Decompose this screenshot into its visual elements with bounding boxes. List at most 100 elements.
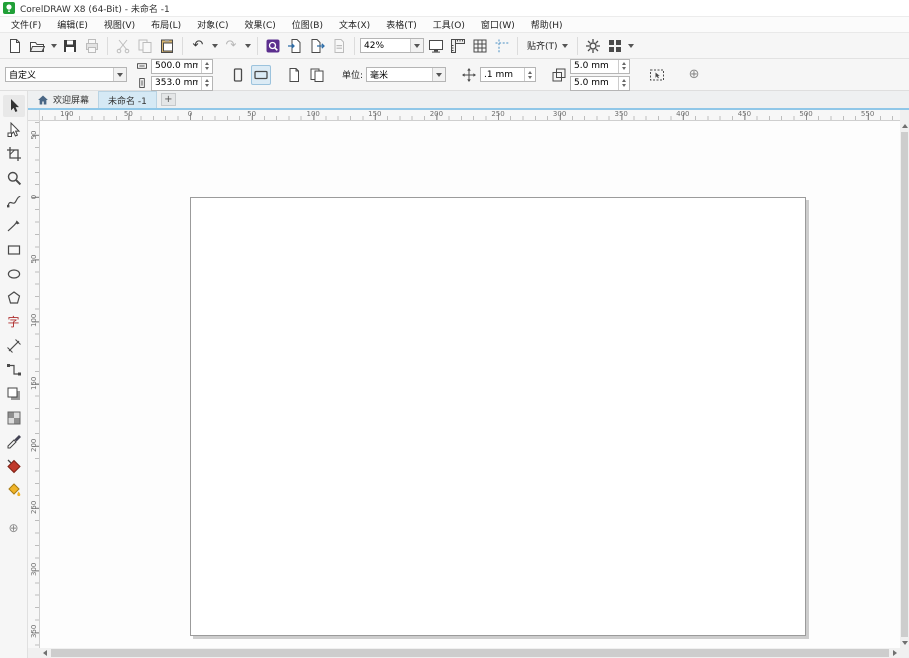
vertical-ruler[interactable]: 50050100150200250300350: [28, 121, 40, 648]
horizontal-ruler[interactable]: 10050050100150200250300350400450500550: [40, 110, 900, 121]
duplicate-x-spinner[interactable]: [618, 60, 629, 73]
duplicate-y-field[interactable]: [570, 76, 630, 91]
redo-dropdown[interactable]: [243, 36, 252, 56]
duplicate-x-field[interactable]: [570, 59, 630, 74]
duplicate-x-input[interactable]: [571, 61, 618, 71]
undo-button[interactable]: ↶: [188, 36, 208, 56]
menu-item[interactable]: 效果(C): [236, 17, 283, 32]
menu-item[interactable]: 视图(V): [96, 17, 143, 32]
page-size-preset-dropdown[interactable]: [113, 68, 126, 81]
horizontal-scrollbar[interactable]: [40, 648, 900, 658]
menu-item[interactable]: 文件(F): [3, 17, 49, 32]
application-launcher-dropdown[interactable]: [627, 36, 636, 56]
new-tab-button[interactable]: +: [161, 93, 176, 106]
current-page-settings-button[interactable]: [284, 65, 304, 85]
smart-fill-tool[interactable]: [3, 479, 25, 501]
interactive-fill-tool[interactable]: [3, 455, 25, 477]
scroll-down-button[interactable]: [900, 638, 909, 648]
vertical-scrollbar-thumb[interactable]: [901, 132, 908, 637]
scroll-up-button[interactable]: [900, 121, 909, 131]
page-width-field[interactable]: [151, 59, 213, 74]
new-document-button[interactable]: [5, 36, 25, 56]
options-button[interactable]: [583, 36, 603, 56]
scroll-right-button[interactable]: [890, 648, 900, 658]
parallel-dimension-tool[interactable]: [3, 335, 25, 357]
save-button[interactable]: [60, 36, 80, 56]
text-tool[interactable]: 字: [3, 311, 25, 333]
document-page[interactable]: [190, 197, 806, 636]
units-combo[interactable]: [366, 67, 446, 82]
undo-dropdown[interactable]: [210, 36, 219, 56]
ellipse-tool[interactable]: [3, 263, 25, 285]
vertical-scrollbar[interactable]: [900, 121, 909, 648]
snap-to-button[interactable]: 贴齐(T): [523, 36, 572, 56]
duplicate-y-input[interactable]: [571, 78, 618, 88]
page-width-spinner[interactable]: [201, 60, 212, 73]
ruler-origin-button[interactable]: [28, 110, 40, 121]
cut-button[interactable]: [113, 36, 133, 56]
print-button[interactable]: [82, 36, 102, 56]
treat-as-filled-button[interactable]: [647, 65, 667, 85]
units-dropdown[interactable]: [432, 68, 445, 81]
units-input[interactable]: [367, 70, 432, 80]
nudge-distance-input[interactable]: [481, 70, 524, 80]
menu-item[interactable]: 布局(L): [143, 17, 189, 32]
tab-welcome-screen[interactable]: 欢迎屏幕: [28, 91, 98, 108]
page-width-input[interactable]: [152, 61, 201, 71]
page-size-preset-input[interactable]: [6, 70, 113, 80]
nudge-distance-field[interactable]: [480, 67, 536, 82]
paste-button[interactable]: [157, 36, 177, 56]
import-button[interactable]: [285, 36, 305, 56]
open-button[interactable]: [27, 36, 47, 56]
portrait-orientation-button[interactable]: [228, 65, 248, 85]
menu-item[interactable]: 对象(C): [189, 17, 236, 32]
shape-tool[interactable]: [3, 119, 25, 141]
menu-item[interactable]: 编辑(E): [49, 17, 96, 32]
pick-tool[interactable]: [3, 95, 25, 117]
nudge-spinner[interactable]: [524, 68, 535, 81]
artistic-media-tool[interactable]: [3, 215, 25, 237]
duplicate-y-spinner[interactable]: [618, 77, 629, 90]
search-content-button[interactable]: [263, 36, 283, 56]
export-button[interactable]: [307, 36, 327, 56]
landscape-orientation-button[interactable]: [251, 65, 271, 85]
rectangle-tool[interactable]: [3, 239, 25, 261]
publish-pdf-button[interactable]: [329, 36, 349, 56]
show-guidelines-button[interactable]: [492, 36, 512, 56]
drawing-canvas[interactable]: [40, 121, 900, 648]
zoom-tool[interactable]: [3, 167, 25, 189]
menu-item[interactable]: 工具(O): [425, 17, 473, 32]
drop-shadow-tool[interactable]: [3, 383, 25, 405]
page-height-field[interactable]: [151, 76, 213, 91]
color-eyedropper-tool[interactable]: [3, 431, 25, 453]
toolbox-customize-button[interactable]: ⊕: [3, 517, 25, 539]
menu-item[interactable]: 表格(T): [378, 17, 425, 32]
zoom-level-input[interactable]: [361, 41, 410, 51]
page-height-spinner[interactable]: [201, 77, 212, 90]
application-launcher-button[interactable]: [605, 36, 625, 56]
page-size-preset-combo[interactable]: [5, 67, 127, 82]
zoom-level-combo[interactable]: [360, 38, 424, 53]
zoom-dropdown[interactable]: [410, 39, 423, 52]
connector-tool[interactable]: [3, 359, 25, 381]
crop-tool[interactable]: [3, 143, 25, 165]
page-height-input[interactable]: [152, 78, 201, 88]
menu-item[interactable]: 位图(B): [284, 17, 331, 32]
open-dropdown[interactable]: [49, 36, 58, 56]
menu-item[interactable]: 文本(X): [331, 17, 378, 32]
horizontal-scrollbar-thumb[interactable]: [51, 649, 889, 657]
fullscreen-preview-button[interactable]: [426, 36, 446, 56]
transparency-tool[interactable]: [3, 407, 25, 429]
tab-untitled-1[interactable]: 未命名 -1: [98, 91, 157, 108]
freehand-tool[interactable]: [3, 191, 25, 213]
copy-button[interactable]: [135, 36, 155, 56]
quick-customize-button[interactable]: ⊕: [684, 65, 704, 85]
show-rulers-button[interactable]: [448, 36, 468, 56]
show-grid-button[interactable]: [470, 36, 490, 56]
polygon-tool[interactable]: [3, 287, 25, 309]
all-pages-settings-button[interactable]: [307, 65, 327, 85]
scroll-left-button[interactable]: [40, 648, 50, 658]
menu-item[interactable]: 窗口(W): [473, 17, 523, 32]
redo-button[interactable]: ↷: [221, 36, 241, 56]
menu-item[interactable]: 帮助(H): [523, 17, 571, 32]
